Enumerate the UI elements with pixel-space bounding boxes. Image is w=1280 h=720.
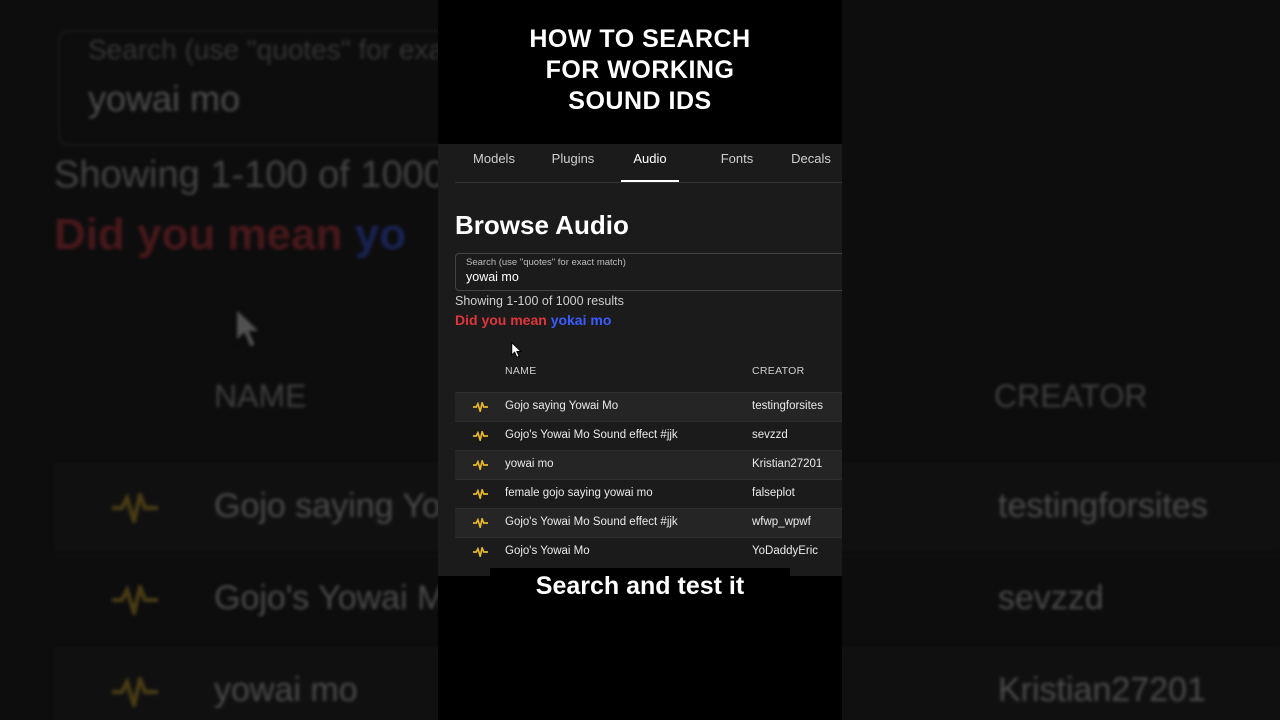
bg-suggestion-term: yo: [354, 210, 407, 259]
did-you-mean: Did you mean yokai mo: [455, 312, 611, 328]
audio-wave-icon: [473, 489, 488, 499]
bg-row-creator: Kristian27201: [998, 671, 1206, 709]
bg-search-value: yowai mo: [88, 78, 241, 119]
headline-text: HOW TO SEARCH FOR WORKING SOUND IDS: [438, 24, 842, 117]
bg-column-name: NAME: [214, 378, 307, 414]
did-you-mean-prefix: Did you mean: [455, 312, 547, 328]
video-panel: HOW TO SEARCH FOR WORKING SOUND IDS Models…: [438, 0, 842, 720]
bg-row-name: Gojo saying Yo: [214, 487, 441, 525]
column-header-creator[interactable]: CREATOR: [752, 365, 804, 377]
row-name[interactable]: female gojo saying yowai mo: [505, 487, 653, 499]
tab-decals[interactable]: Decals: [789, 144, 833, 182]
category-tabs: Models Plugins Audio Fonts Decals: [455, 144, 842, 183]
row-name[interactable]: yowai mo: [505, 458, 554, 470]
row-name[interactable]: Gojo saying Yowai Mo: [505, 400, 618, 412]
audio-wave-icon: [112, 585, 158, 615]
audio-wave-icon: [112, 493, 158, 523]
caption-text: Search and test it: [535, 572, 745, 600]
table-row[interactable]: female gojo saying yowai mo falseplot: [455, 479, 842, 509]
table-row[interactable]: Gojo saying Yowai Mo testingforsites: [455, 392, 842, 422]
table-row[interactable]: Gojo's Yowai Mo Sound effect #jjk sevzzd: [455, 421, 842, 451]
column-header-name[interactable]: NAME: [505, 365, 537, 377]
browse-audio-screen: Models Plugins Audio Fonts Decals Browse…: [438, 144, 842, 576]
row-creator[interactable]: falseplot: [752, 487, 795, 499]
bg-row-creator: sevzzd: [998, 579, 1104, 617]
bg-row-creator: testingforsites: [998, 487, 1208, 525]
audio-wave-icon: [112, 677, 158, 707]
table-row[interactable]: Gojo's Yowai Mo Sound effect #jjk wfwp_w…: [455, 508, 842, 538]
bg-column-creator: CREATOR: [994, 378, 1148, 414]
table-row[interactable]: yowai mo Kristian27201: [455, 450, 842, 480]
audio-wave-icon: [473, 518, 488, 528]
row-name[interactable]: Gojo's Yowai Mo Sound effect #jjk: [505, 429, 678, 441]
cursor-arrow-icon: [235, 306, 264, 350]
tab-audio[interactable]: Audio: [621, 144, 679, 182]
bg-suggestion: Did you mean yo: [54, 210, 406, 260]
audio-wave-icon: [473, 431, 488, 441]
tab-models[interactable]: Models: [473, 144, 515, 182]
bg-row-name: Gojo's Yowai M: [214, 579, 446, 617]
headline-line: FOR WORKING: [545, 56, 735, 84]
row-creator[interactable]: YoDaddyEric: [752, 545, 818, 557]
cursor-arrow-icon: [511, 342, 522, 358]
table-row[interactable]: Gojo's Yowai Mo YoDaddyEric: [455, 537, 842, 567]
bg-results-text: Showing 1-100 of 1000: [54, 154, 445, 196]
search-label: Search (use "quotes" for exact match): [466, 257, 626, 268]
audio-wave-icon: [473, 402, 488, 412]
bg-search-label: Search (use "quotes" for exa: [88, 34, 445, 65]
audio-wave-icon: [473, 547, 488, 557]
suggestion-link[interactable]: yokai mo: [551, 312, 612, 328]
page-title: Browse Audio: [455, 210, 629, 240]
search-input[interactable]: [466, 270, 826, 284]
row-creator[interactable]: testingforsites: [752, 400, 823, 412]
results-count: Showing 1-100 of 1000 results: [455, 294, 624, 308]
row-creator[interactable]: sevzzd: [752, 429, 788, 441]
tab-plugins[interactable]: Plugins: [551, 144, 595, 182]
search-field[interactable]: Search (use "quotes" for exact match): [455, 253, 842, 291]
bg-row-name: yowai mo: [214, 671, 358, 709]
row-creator[interactable]: wfwp_wpwf: [752, 516, 811, 528]
tab-fonts[interactable]: Fonts: [717, 144, 757, 182]
row-name[interactable]: Gojo's Yowai Mo Sound effect #jjk: [505, 516, 678, 528]
headline-line: SOUND IDS: [568, 87, 712, 115]
audio-wave-icon: [473, 460, 488, 470]
headline-line: HOW TO SEARCH: [529, 25, 751, 53]
row-name[interactable]: Gojo's Yowai Mo: [505, 545, 590, 557]
bg-suggestion-prefix: Did you mean: [54, 210, 343, 259]
row-creator[interactable]: Kristian27201: [752, 458, 822, 470]
